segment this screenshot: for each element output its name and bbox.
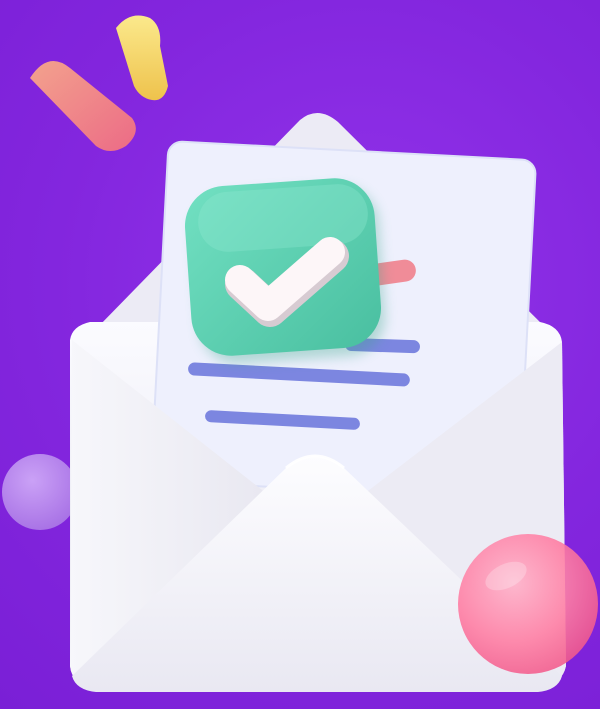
bubble-lavender-icon xyxy=(2,454,78,530)
bubble-pink-icon xyxy=(458,534,598,674)
illustration-scene xyxy=(0,0,600,709)
confetti-pink-icon xyxy=(30,60,136,151)
envelope-illustration xyxy=(2,15,598,692)
check-badge xyxy=(184,178,386,364)
confetti-yellow-icon xyxy=(116,15,168,101)
